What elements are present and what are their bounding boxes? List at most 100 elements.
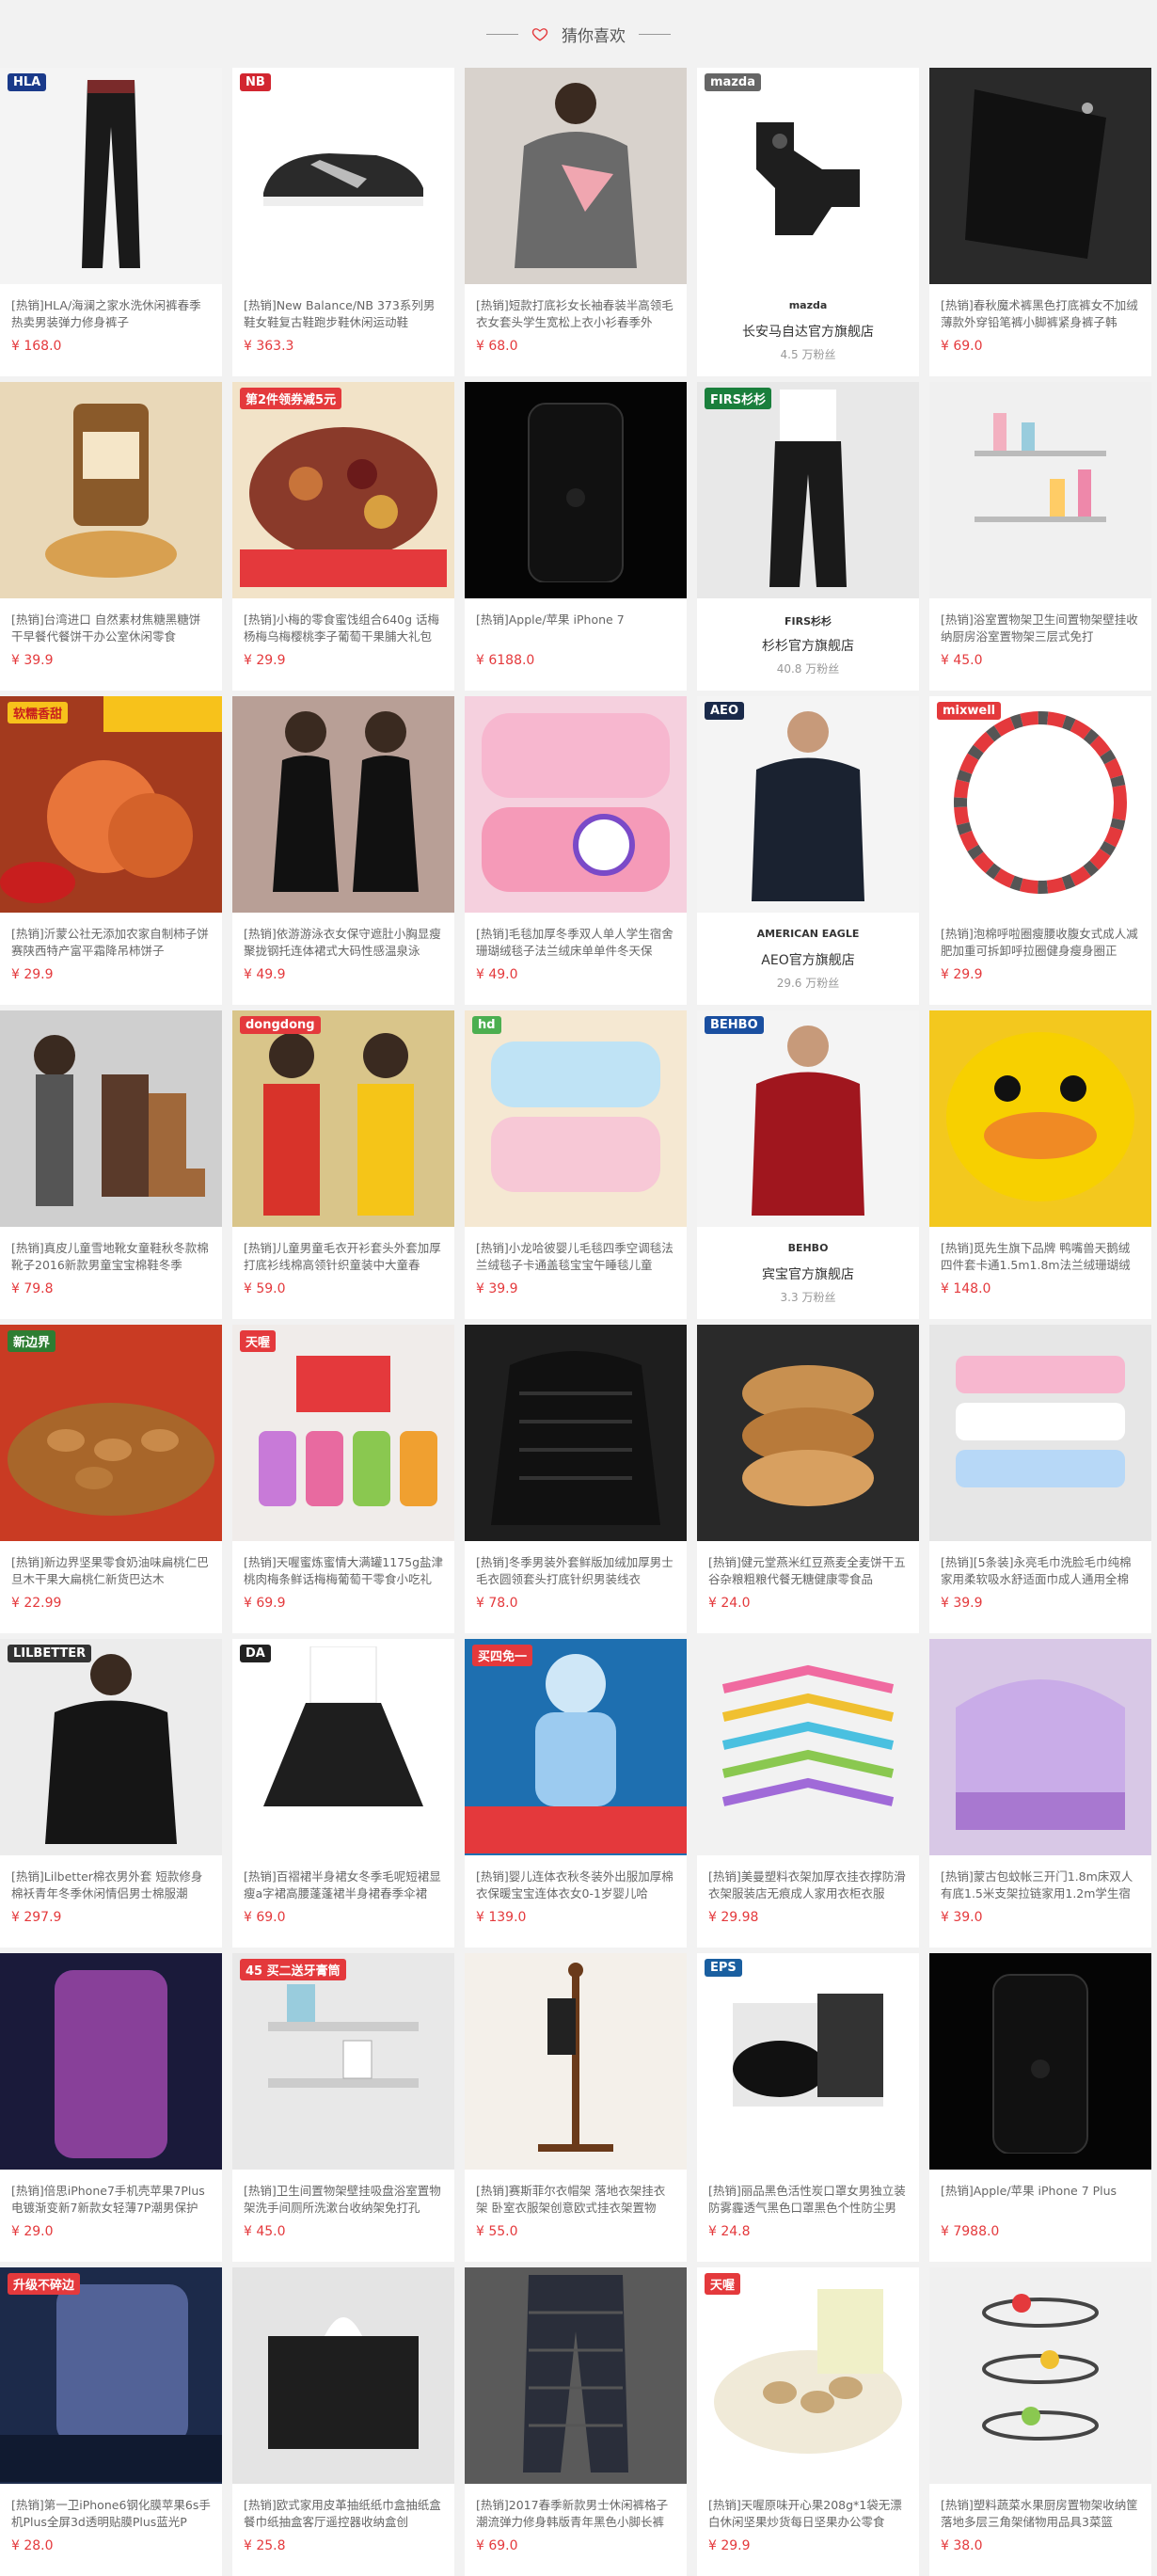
- shop-card[interactable]: AEO AMERICAN EAGLE AEO官方旗舰店 29.6 万粉丝: [697, 696, 919, 1005]
- product-card[interactable]: 第2件领券减5元 [热销]小梅的零食蜜饯组合640g 话梅杨梅乌梅樱桃李子葡萄干果…: [232, 382, 454, 691]
- product-card[interactable]: 45 买二送牙膏筒 [热销]卫生间置物架壁挂吸盘浴室置物架洗手间厕所洗漱台收纳架免…: [232, 1953, 454, 2262]
- product-name[interactable]: [热销]健元堂燕米红豆燕麦全麦饼干五谷杂粮粗粮代餐无糖健康零食品: [708, 1554, 908, 1588]
- product-card[interactable]: mixwell [热销]泡棉呼啦圈瘦腰收腹女式成人减肥加重可拆卸呼拉圈健身瘦身圈正…: [929, 696, 1151, 1005]
- product-card[interactable]: [热销]春秋魔术裤黑色打底裤女不加绒薄款外穿铅笔裤小脚裤紧身裤子韩 ¥ 69.0: [929, 68, 1151, 376]
- product-card[interactable]: [热销]依游游泳衣女保守遮肚小胸显瘦聚拢钢托连体裙式大码性感温泉泳 ¥ 49.9: [232, 696, 454, 1005]
- product-card[interactable]: [热销]真皮儿童雪地靴女童鞋秋冬款棉靴子2016新款男童宝宝棉鞋冬季 ¥ 79.8: [0, 1010, 222, 1319]
- product-name[interactable]: [热销]真皮儿童雪地靴女童鞋秋冬款棉靴子2016新款男童宝宝棉鞋冬季: [11, 1240, 211, 1274]
- product-image[interactable]: [465, 382, 687, 598]
- product-name[interactable]: [热销]泡棉呼啦圈瘦腰收腹女式成人减肥加重可拆卸呼拉圈健身瘦身圈正: [941, 926, 1140, 960]
- product-image[interactable]: 天喔: [697, 2267, 919, 2484]
- product-image[interactable]: [929, 1325, 1151, 1541]
- product-image[interactable]: DA: [232, 1639, 454, 1855]
- product-image[interactable]: [929, 382, 1151, 598]
- product-image[interactable]: [929, 1010, 1151, 1227]
- product-card[interactable]: [热销]美曼塑料衣架加厚衣挂衣撑防滑衣架服装店无痕成人家用衣柜衣服 ¥ 29.98: [697, 1639, 919, 1948]
- shop-name[interactable]: AEO官方旗舰店: [697, 950, 919, 969]
- product-image[interactable]: LILBETTER: [0, 1639, 222, 1855]
- product-image[interactable]: 45 买二送牙膏筒: [232, 1953, 454, 2170]
- product-name[interactable]: [热销]欧式家用皮革抽纸纸巾盒抽纸盒 餐巾纸抽盒客厅遥控器收纳盒创: [244, 2497, 443, 2531]
- product-name[interactable]: [热销]HLA/海澜之家水洗休闲裤春季热卖男装弹力修身裤子: [11, 297, 211, 331]
- product-image[interactable]: [929, 1953, 1151, 2170]
- product-name[interactable]: [热销]丽品黑色活性炭口罩女男独立装防雾霾透气黑色口罩黑色个性防尘男50: [708, 2183, 908, 2217]
- shop-name[interactable]: 宾宝官方旗舰店: [697, 1264, 919, 1283]
- product-name[interactable]: [热销]春秋魔术裤黑色打底裤女不加绒薄款外穿铅笔裤小脚裤紧身裤子韩: [941, 297, 1140, 331]
- product-card[interactable]: HLA [热销]HLA/海澜之家水洗休闲裤春季热卖男装弹力修身裤子 ¥ 168.0: [0, 68, 222, 376]
- product-card[interactable]: [热销]短款打底衫女长袖春装半高领毛衣女套头学生宽松上衣小衫春季外 ¥ 68.0: [465, 68, 687, 376]
- product-card[interactable]: [热销]赛斯菲尔衣帽架 落地衣架挂衣架 卧室衣服架创意欧式挂衣架置物 ¥ 55.0: [465, 1953, 687, 2262]
- product-image[interactable]: [0, 1953, 222, 2170]
- product-name[interactable]: [热销][5条装]永亮毛巾洗脸毛巾纯棉家用柔软吸水舒适面巾成人通用全棉: [941, 1554, 1140, 1588]
- product-image[interactable]: NB: [232, 68, 454, 284]
- product-name[interactable]: [热销]浴室置物架卫生间置物架壁挂收纳厨房浴室置物架三层式免打: [941, 612, 1140, 645]
- product-name[interactable]: [热销]依游游泳衣女保守遮肚小胸显瘦聚拢钢托连体裙式大码性感温泉泳: [244, 926, 443, 960]
- product-image[interactable]: [697, 1639, 919, 1855]
- product-image[interactable]: mixwell: [929, 696, 1151, 913]
- product-card[interactable]: NB [热销]New Balance/NB 373系列男鞋女鞋复古鞋跑步鞋休闲运动…: [232, 68, 454, 376]
- product-image[interactable]: [0, 382, 222, 598]
- product-image[interactable]: [929, 68, 1151, 284]
- product-image[interactable]: [929, 1639, 1151, 1855]
- product-name[interactable]: [热销]第一卫iPhone6钢化膜苹果6s手机Plus全屏3d透明贴膜Plus蓝…: [11, 2497, 211, 2531]
- product-image[interactable]: 第2件领券减5元: [232, 382, 454, 598]
- shop-card[interactable]: mazda mazda 长安马自达官方旗舰店 4.5 万粉丝: [697, 68, 919, 376]
- product-name[interactable]: [热销]台湾进口 自然素材焦糖黑糖饼干早餐代餐饼干办公室休闲零食: [11, 612, 211, 645]
- shop-name[interactable]: 长安马自达官方旗舰店: [697, 322, 919, 341]
- shop-name[interactable]: 杉杉官方旗舰店: [697, 636, 919, 655]
- product-card[interactable]: dongdong [热销]儿童男童毛衣开衫套头外套加厚打底衫线棉高领针织童装中大童…: [232, 1010, 454, 1319]
- product-name[interactable]: [热销]2017春季新款男士休闲裤格子潮流弹力修身韩版青年黑色小脚长裤: [476, 2497, 675, 2531]
- product-card[interactable]: [热销]倍思iPhone7手机壳苹果7Plus电镀渐变新7新款女轻薄7P潮男保护…: [0, 1953, 222, 2262]
- product-name[interactable]: [热销]蒙古包蚊帐三开门1.8m床双人有底1.5米支架拉链家用1.2m学生宿: [941, 1868, 1140, 1902]
- product-name[interactable]: [热销]赛斯菲尔衣帽架 落地衣架挂衣架 卧室衣服架创意欧式挂衣架置物: [476, 2183, 675, 2217]
- product-card[interactable]: [热销]塑料蔬菜水果厨房置物架收纳筐落地多层三角架储物用品具3菜篮 ¥ 38.0: [929, 2267, 1151, 2576]
- product-name[interactable]: [热销]卫生间置物架壁挂吸盘浴室置物架洗手间厕所洗漱台收纳架免打孔: [244, 2183, 443, 2217]
- shop-card[interactable]: BEHBO BEHBO 宾宝官方旗舰店 3.3 万粉丝: [697, 1010, 919, 1319]
- product-image[interactable]: [465, 1325, 687, 1541]
- product-image[interactable]: [232, 2267, 454, 2484]
- product-card[interactable]: [热销]台湾进口 自然素材焦糖黑糖饼干早餐代餐饼干办公室休闲零食 ¥ 39.9: [0, 382, 222, 691]
- product-image[interactable]: [465, 696, 687, 913]
- product-name[interactable]: [热销]天喔蜜炼蜜情大满罐1175g盐津桃肉梅条鲜话梅梅葡萄干零食小吃礼: [244, 1554, 443, 1588]
- product-card[interactable]: 天喔 [热销]天喔原味开心果208g*1袋无漂白休闲坚果炒货每日坚果办公零食 ¥ 2…: [697, 2267, 919, 2576]
- product-name[interactable]: [热销]New Balance/NB 373系列男鞋女鞋复古鞋跑步鞋休闲运动鞋: [244, 297, 443, 331]
- product-card[interactable]: [热销]冬季男装外套鲜版加绒加厚男士毛衣圆领套头打底针织男装线衣 ¥ 78.0: [465, 1325, 687, 1633]
- shop-image[interactable]: FIRS杉杉: [697, 382, 919, 598]
- product-image[interactable]: [232, 696, 454, 913]
- product-name[interactable]: [热销]毛毯加厚冬季双人单人学生宿舍珊瑚绒毯子法兰绒床单单件冬天保: [476, 926, 675, 960]
- product-image[interactable]: dongdong: [232, 1010, 454, 1227]
- product-card[interactable]: [热销]Apple/苹果 iPhone 7 ¥ 6188.0: [465, 382, 687, 691]
- shop-image[interactable]: AEO: [697, 696, 919, 913]
- product-image[interactable]: 天喔: [232, 1325, 454, 1541]
- product-name[interactable]: [热销]Lilbetter棉衣男外套 短款修身棉袄青年冬季休闲情侣男士棉服潮: [11, 1868, 211, 1902]
- product-image[interactable]: 升级不碎边: [0, 2267, 222, 2484]
- product-card[interactable]: [热销]欧式家用皮革抽纸纸巾盒抽纸盒 餐巾纸抽盒客厅遥控器收纳盒创 ¥ 25.8: [232, 2267, 454, 2576]
- shop-image[interactable]: BEHBO: [697, 1010, 919, 1227]
- product-image[interactable]: 新边界: [0, 1325, 222, 1541]
- product-image[interactable]: EPS: [697, 1953, 919, 2170]
- product-name[interactable]: [热销]Apple/苹果 iPhone 7: [476, 612, 675, 645]
- product-image[interactable]: [465, 2267, 687, 2484]
- product-name[interactable]: [热销]小龙哈彼婴儿毛毯四季空调毯法兰绒毯子卡通盖毯宝宝午睡毯儿童: [476, 1240, 675, 1274]
- product-image[interactable]: [929, 2267, 1151, 2484]
- product-card[interactable]: hd [热销]小龙哈彼婴儿毛毯四季空调毯法兰绒毯子卡通盖毯宝宝午睡毯儿童 ¥ 39.…: [465, 1010, 687, 1319]
- product-image[interactable]: 软糯香甜: [0, 696, 222, 913]
- shop-card[interactable]: FIRS杉杉 FIRS杉杉 杉杉官方旗舰店 40.8 万粉丝: [697, 382, 919, 691]
- product-card[interactable]: EPS [热销]丽品黑色活性炭口罩女男独立装防雾霾透气黑色口罩黑色个性防尘男50 ¥…: [697, 1953, 919, 2262]
- product-card[interactable]: DA [热销]百褶裙半身裙女冬季毛呢短裙显瘦a字裙高腰蓬蓬裙半身裙春季伞裙 ¥ 69…: [232, 1639, 454, 1948]
- product-name[interactable]: [热销]百褶裙半身裙女冬季毛呢短裙显瘦a字裙高腰蓬蓬裙半身裙春季伞裙: [244, 1868, 443, 1902]
- product-image[interactable]: [697, 1325, 919, 1541]
- product-name[interactable]: [热销]Apple/苹果 iPhone 7 Plus: [941, 2183, 1140, 2217]
- product-name[interactable]: [热销]新边界坚果零食奶油味扁桃仁巴旦木干果大扁桃仁新货巴达木: [11, 1554, 211, 1588]
- product-name[interactable]: [热销]塑料蔬菜水果厨房置物架收纳筐落地多层三角架储物用品具3菜篮: [941, 2497, 1140, 2531]
- product-image[interactable]: 买四免一: [465, 1639, 687, 1855]
- product-name[interactable]: [热销]儿童男童毛衣开衫套头外套加厚打底衫线棉高领针织童装中大童春: [244, 1240, 443, 1274]
- product-image[interactable]: [465, 68, 687, 284]
- product-name[interactable]: [热销]倍思iPhone7手机壳苹果7Plus电镀渐变新7新款女轻薄7P潮男保护: [11, 2183, 211, 2217]
- product-name[interactable]: [热销]觅先生旗下品牌 鸭嘴兽天鹅绒四件套卡通1.5m1.8m法兰绒珊瑚绒: [941, 1240, 1140, 1274]
- product-card[interactable]: 升级不碎边 [热销]第一卫iPhone6钢化膜苹果6s手机Plus全屏3d透明贴膜…: [0, 2267, 222, 2576]
- product-card[interactable]: LILBETTER [热销]Lilbetter棉衣男外套 短款修身棉袄青年冬季休闲…: [0, 1639, 222, 1948]
- product-card[interactable]: [热销]2017春季新款男士休闲裤格子潮流弹力修身韩版青年黑色小脚长裤 ¥ 69.…: [465, 2267, 687, 2576]
- product-card[interactable]: 买四免一 [热销]婴儿连体衣秋冬装外出服加厚棉衣保暖宝宝连体衣女0-1岁婴儿哈 ¥ …: [465, 1639, 687, 1948]
- product-name[interactable]: [热销]短款打底衫女长袖春装半高领毛衣女套头学生宽松上衣小衫春季外: [476, 297, 675, 331]
- product-name[interactable]: [热销]天喔原味开心果208g*1袋无漂白休闲坚果炒货每日坚果办公零食: [708, 2497, 908, 2531]
